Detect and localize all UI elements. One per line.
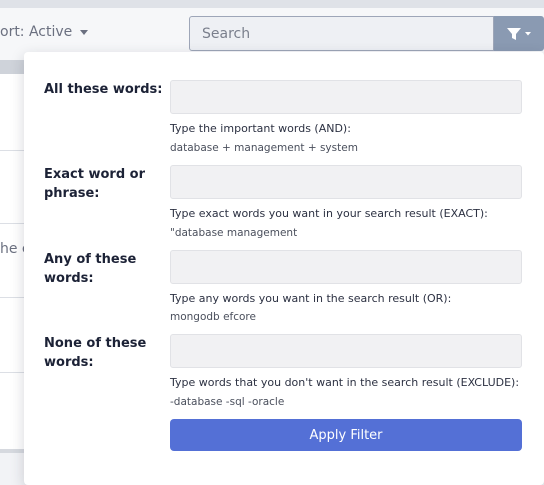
none-words-hint: Type words that you don't want in the se…: [170, 376, 520, 389]
footer-divider: [0, 449, 24, 453]
any-words-label: Any of these words:: [44, 252, 137, 286]
any-words-input[interactable]: [170, 250, 522, 284]
top-strip: [0, 0, 544, 8]
search-input[interactable]: [190, 17, 493, 50]
chevron-down-icon: [80, 29, 89, 35]
all-words-input[interactable]: [170, 80, 522, 114]
none-words-example: -database -sql -oracle: [170, 396, 285, 408]
none-words-label: None of these words:: [44, 336, 147, 370]
exact-phrase-label: Exact word or phrase:: [44, 167, 146, 201]
list-divider: [0, 372, 24, 373]
search-box: [189, 16, 494, 51]
search-filter-panel: All these words: Type the important word…: [24, 52, 544, 485]
all-words-label: All these words:: [44, 82, 163, 97]
list-divider: [0, 297, 24, 298]
none-words-input[interactable]: [170, 334, 522, 368]
filter-icon: [507, 27, 531, 40]
exact-phrase-example: "database management: [170, 227, 298, 239]
sort-label: ort: Active: [0, 24, 73, 40]
exact-phrase-input[interactable]: [170, 165, 522, 199]
exact-phrase-hint: Type exact words you want in your search…: [170, 207, 488, 220]
any-words-hint: Type any words you want in the search re…: [170, 292, 452, 305]
all-words-hint: Type the important words (AND):: [170, 122, 351, 135]
any-words-example: mongodb efcore: [170, 311, 256, 323]
all-words-example: database + management + system: [170, 142, 358, 154]
apply-filter-button[interactable]: Apply Filter: [170, 419, 522, 451]
list-divider: [0, 223, 24, 224]
filter-dropdown-button[interactable]: [494, 16, 544, 51]
list-item-fragment: he c: [0, 241, 24, 257]
list-divider: [0, 150, 24, 151]
sort-dropdown[interactable]: ort: Active: [0, 24, 89, 40]
